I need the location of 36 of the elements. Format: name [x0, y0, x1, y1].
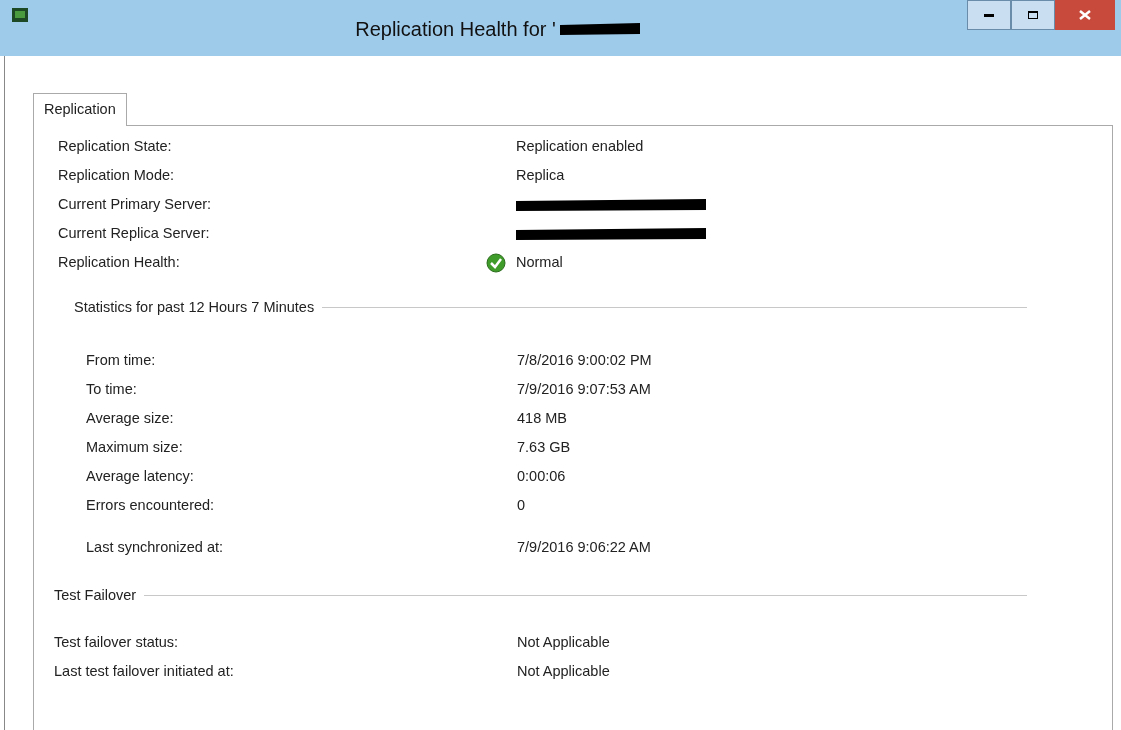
field-label: Average latency:: [86, 467, 195, 487]
field-label: Errors encountered:: [86, 496, 216, 516]
section-title: Statistics for past 12 Hours 7 Minutes: [74, 298, 316, 317]
field-value: 0:00:06: [517, 467, 566, 487]
field-value: 7/9/2016 9:06:22 AM: [517, 538, 651, 558]
close-icon: [1079, 10, 1091, 20]
field-value: Replica: [516, 165, 565, 185]
field-label: Replication Health:: [58, 252, 181, 272]
field-value: Normal: [516, 252, 563, 272]
field-label: Average size:: [86, 409, 175, 429]
field-label: Replication State:: [58, 136, 173, 156]
field-label: From time:: [86, 351, 157, 371]
app-icon: [12, 8, 28, 22]
field-value: Not Applicable: [517, 633, 610, 653]
field-value: Replication enabled: [516, 136, 644, 156]
field-label: Current Replica Server:: [58, 223, 211, 243]
field-label: Last test failover initiated at:: [54, 662, 235, 682]
field-label: Last synchronized at:: [86, 538, 225, 558]
field-value: 0: [517, 496, 526, 516]
field-value: 7/8/2016 9:00:02 PM: [517, 351, 652, 371]
field-label: Test failover status:: [54, 633, 180, 653]
field-label: Maximum size:: [86, 438, 184, 458]
field-label: Replication Mode:: [58, 165, 176, 185]
tab[interactable]: Replication: [33, 93, 127, 126]
window-title: Replication Health for ': [355, 17, 556, 42]
field-label: Current Primary Server:: [58, 194, 213, 214]
field-value: Not Applicable: [517, 662, 610, 682]
section-title: Test Failover: [54, 585, 138, 605]
check-icon: [486, 252, 506, 273]
field-label: To time:: [86, 380, 138, 400]
field-value: 7/9/2016 9:07:53 AM: [517, 380, 651, 400]
field-value: 418 MB: [517, 409, 567, 429]
maximize-button[interactable]: [1011, 0, 1055, 30]
close-button[interactable]: [1055, 0, 1115, 30]
minimize-button[interactable]: [967, 0, 1011, 30]
field-value: 7.63 GB: [517, 438, 571, 458]
